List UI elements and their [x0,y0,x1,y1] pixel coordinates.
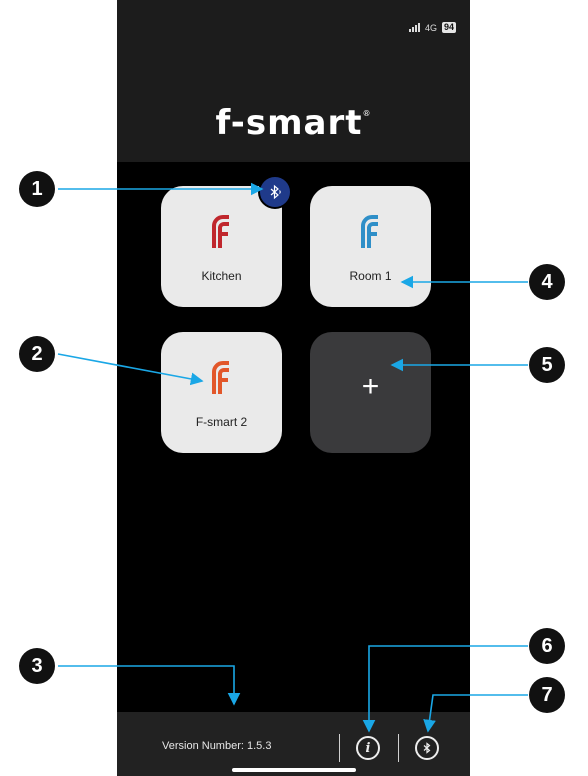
annotation-marker-1: 1 [19,171,55,207]
annotation-marker-2: 2 [19,336,55,372]
arrow-2 [57,353,204,386]
arrow-7 [423,694,528,733]
annotation-marker-5: 5 [529,347,565,383]
arrow-3 [58,665,241,706]
annotation-marker-3: 3 [19,648,55,684]
arrow-6 [362,645,528,733]
annotation-arrows [57,182,528,733]
annotation-marker-4: 4 [529,264,565,300]
annotation-marker-7: 7 [529,677,565,713]
annotation-marker-6: 6 [529,628,565,664]
